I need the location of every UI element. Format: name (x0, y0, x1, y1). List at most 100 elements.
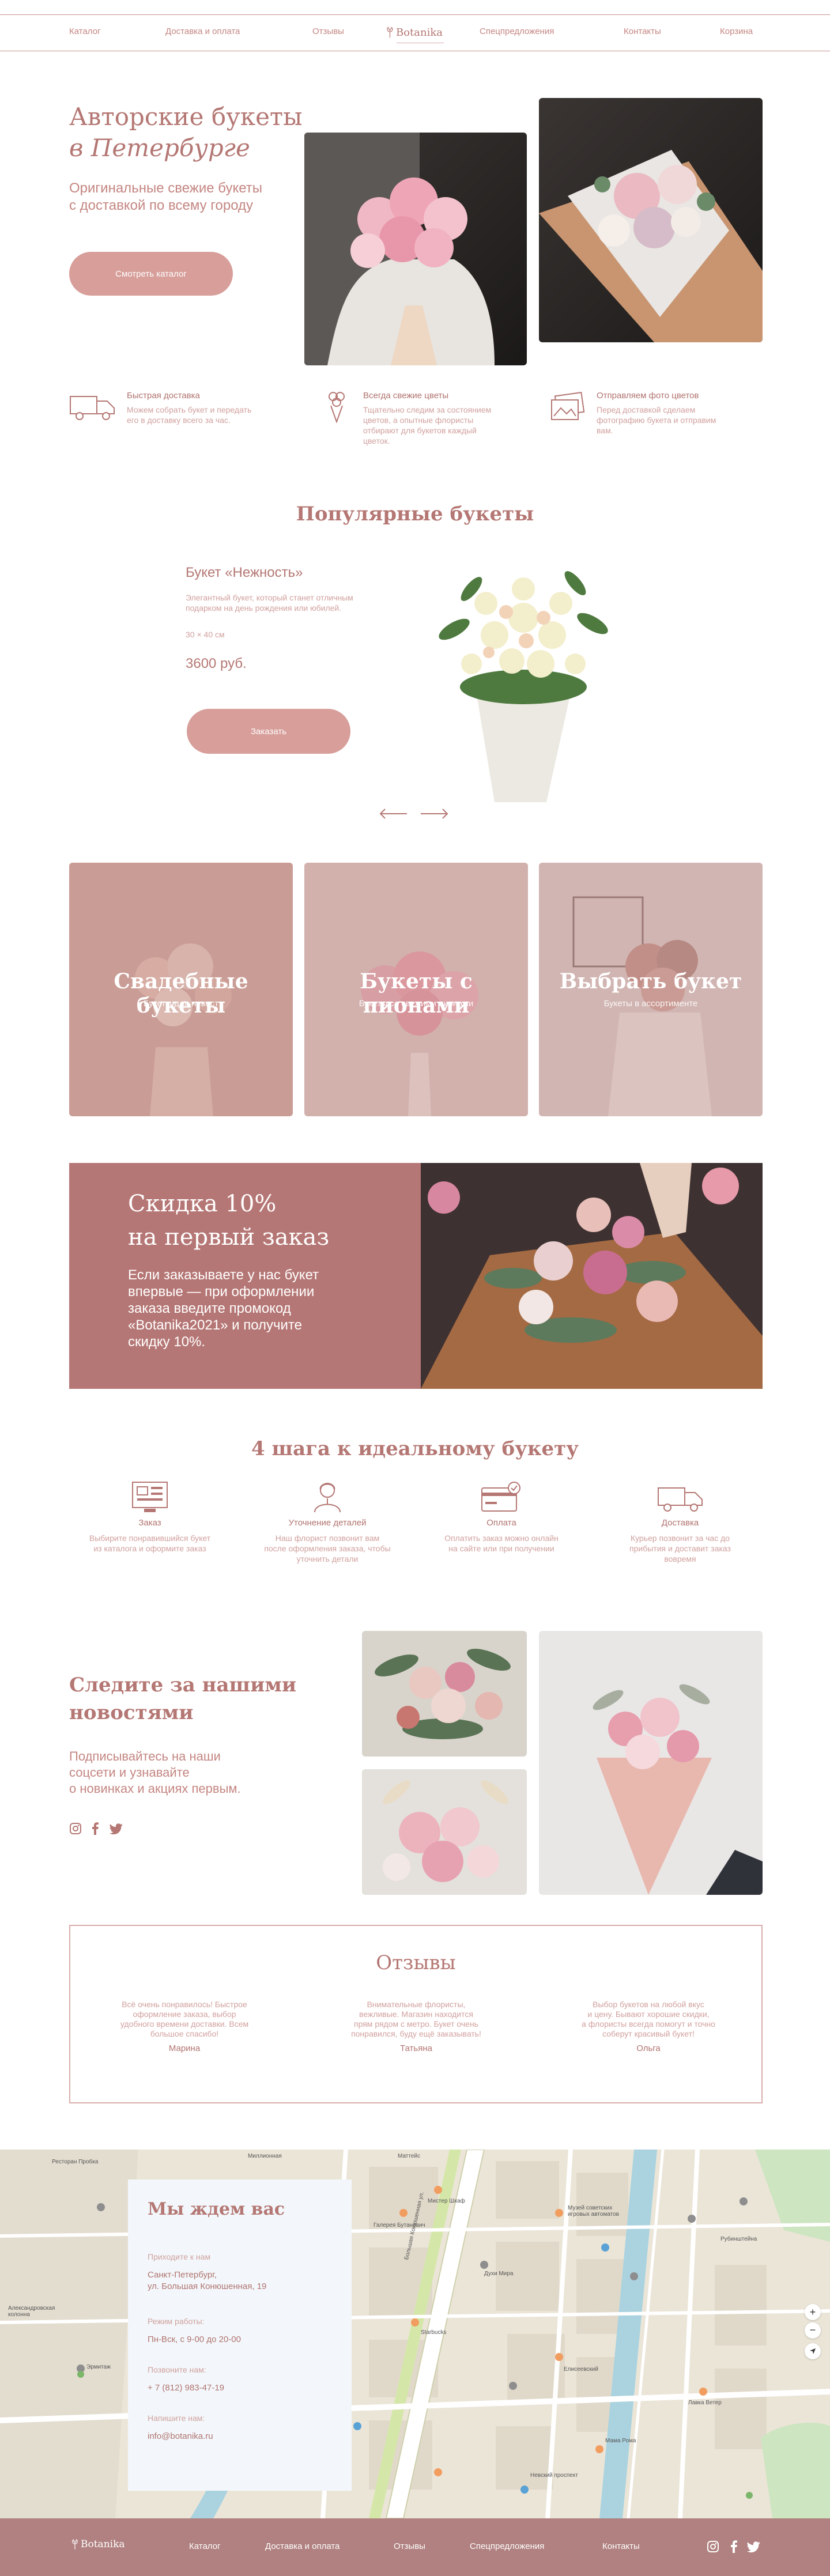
logo-flower-icon (387, 27, 393, 38)
footer: Botanika Каталог Доставка и оплата Отзыв… (0, 2518, 830, 2576)
nav-contacts[interactable]: Контакты (624, 27, 661, 36)
promo-text-line: скидку 10%. (128, 1334, 206, 1350)
map-label-16: Рубинштейна (720, 2236, 757, 2242)
contacts-heading: Мы ждем вас (148, 2199, 285, 2219)
review-card: Выбор букетов на любой вкус и цену. Быва… (556, 2000, 741, 2053)
footer-link-catalog[interactable]: Каталог (189, 2541, 221, 2551)
promo-text-line: заказа введите промокод (128, 1301, 291, 1316)
twitter-icon[interactable] (747, 2541, 761, 2553)
promo-text-line: Если заказываете у нас букет (128, 1267, 319, 1283)
category-peonies[interactable]: Букеты с пионами Букеты со свежими пиона… (304, 863, 528, 1116)
header-top-rule (0, 14, 830, 15)
photo-icon (551, 392, 585, 420)
social-title-line1: Следите за нашими (69, 1674, 297, 1697)
review-text-line: Всё очень понравилось! Быстрое (122, 2000, 247, 2009)
review-author: Марина (168, 2044, 201, 2053)
social-photo-2 (362, 1769, 527, 1895)
order-button[interactable]: Заказать (187, 709, 350, 754)
nav-offers[interactable]: Спецпредложения (480, 27, 554, 36)
map-label-1: Ресторан Пробка (52, 2159, 99, 2165)
product-description: Элегантный букет, который станет отличны… (186, 592, 353, 613)
nav-delivery[interactable]: Доставка и оплата (165, 27, 240, 36)
email-link[interactable]: info@botanika.ru (148, 2431, 213, 2442)
twitter-icon[interactable] (110, 1823, 123, 1835)
hero-photo-roses (539, 98, 763, 342)
map-label-5: Маттейс (398, 2153, 420, 2159)
feature-text-line: Тщательно следим за состоянием (363, 405, 492, 414)
instagram-icon[interactable] (707, 2540, 719, 2553)
email-label: Напишите нам: (148, 2413, 205, 2423)
view-catalog-button[interactable]: Смотреть каталог (69, 252, 233, 296)
category-title: Букеты с пионами (360, 969, 473, 1018)
category-subtitle: Букеты со свежими пионами (359, 999, 474, 1009)
popular-heading: Популярные букеты (296, 503, 534, 526)
promo-title-line2: на первый заказ (128, 1224, 330, 1251)
social-icons (69, 1822, 133, 1836)
header: Каталог Доставка и оплата Отзывы Botanik… (0, 0, 830, 52)
slider-prev-arrow-icon[interactable] (378, 807, 408, 821)
step-title: Уточнение деталей (288, 1518, 367, 1528)
map-canvas[interactable] (0, 2150, 830, 2518)
truck-icon (658, 1487, 703, 1512)
instagram-icon[interactable] (69, 1822, 82, 1835)
category-choose[interactable]: Выбрать букет Букеты в ассортименте (539, 863, 763, 1116)
zoom-out-button[interactable]: − (805, 2322, 821, 2339)
category-wedding[interactable]: Свадебные букеты Букеты для невест (69, 863, 293, 1116)
footer-link-reviews[interactable]: Отзывы (394, 2541, 425, 2551)
map-label-4: Миллионная (248, 2153, 282, 2159)
social-text: Подписывайтесь на наши соцсети и узнавай… (69, 1748, 241, 1797)
map-label-8: Мистер Шкаф (428, 2198, 465, 2204)
review-author: Ольга (636, 2044, 661, 2053)
promo-title-line1: Скидка 10% (128, 1191, 277, 1217)
step-text-line: Оплатить заказ можно онлайн (444, 1533, 559, 1543)
footer-logo[interactable]: Botanika (70, 2538, 125, 2551)
hours-label: Режим работы: (148, 2317, 205, 2326)
footer-link-delivery[interactable]: Доставка и оплата (265, 2541, 339, 2551)
nav-catalog[interactable]: Каталог (69, 27, 101, 36)
step-text-line: вовремя (664, 1554, 696, 1563)
category-title: Свадебные букеты (114, 969, 248, 1018)
slider-next-arrow-icon[interactable] (420, 807, 450, 821)
map-label-11: Елисеевский (564, 2366, 598, 2373)
review-text: Внимательные флористы, вежливые. Магазин… (324, 2000, 508, 2039)
map-label-14: Духи Мира (484, 2271, 514, 2277)
contacts-card: Мы ждем вас Приходите к нам Санкт-Петерб… (128, 2180, 352, 2491)
feature-text-line: Можем собрать букет и передать (127, 405, 252, 414)
review-card: Всё очень понравилось! Быстрое оформлени… (92, 2000, 277, 2053)
facebook-icon[interactable] (91, 1822, 99, 1835)
step-order: Заказ Выбирите понравившийся букет из ка… (69, 1481, 231, 1573)
map-label-9: Музей советских игровых автоматов (568, 2205, 619, 2218)
facebook-icon[interactable] (730, 2540, 738, 2553)
feature-title: Быстрая доставка (127, 391, 200, 401)
social-text-line: Подписывайтесь на наши (69, 1749, 221, 1763)
step-details: Уточнение деталей Наш флорист позвонит в… (247, 1481, 408, 1573)
card-icon (481, 1482, 520, 1512)
review-text-line: удобного времени доставки. Всем (120, 2019, 249, 2029)
map[interactable]: Ресторан Пробка Александровская колонна … (0, 2150, 830, 2518)
step-title: Оплата (486, 1518, 516, 1528)
step-text-line: после оформления заказа, чтобы (264, 1544, 391, 1553)
nav-cart[interactable]: Корзина (720, 27, 753, 36)
promo-photo (421, 1163, 763, 1389)
feature-title: Отправляем фото цветов (597, 391, 699, 401)
step-payment: Оплата Оплатить заказ можно онлайн на са… (421, 1481, 582, 1573)
phone-link[interactable]: + 7 (812) 983-47-19 (148, 2382, 224, 2394)
map-label-2: Александровская колонна (8, 2305, 55, 2318)
product-name: Букет «Нежность» (186, 565, 303, 580)
social-title: Следите за нашими новостями (69, 1671, 296, 1727)
zoom-in-button[interactable]: + (805, 2304, 821, 2320)
promo-title: Скидка 10% на первый заказ (128, 1187, 329, 1254)
review-text-line: Выбор букетов на любой вкус (593, 2000, 704, 2009)
step-text-line: уточнить детали (296, 1554, 359, 1563)
category-title: Выбрать букет (559, 969, 742, 994)
hero-title-line1: Авторские букеты (69, 103, 303, 131)
category-subtitle: Букеты для невест (143, 999, 219, 1009)
address-value: Санкт-Петербург, ул. Большая Конюшенная,… (148, 2269, 266, 2292)
logo[interactable]: Botanika (385, 23, 443, 41)
footer-link-contacts[interactable]: Контакты (602, 2541, 640, 2551)
nav-reviews[interactable]: Отзывы (312, 27, 344, 36)
footer-link-offers[interactable]: Спецпредложения (470, 2541, 544, 2551)
locate-icon[interactable] (805, 2343, 821, 2359)
step-text-line: Выбирите понравившийся букет (89, 1533, 211, 1543)
promo-text-line: «Botanika2021» и получите (128, 1317, 303, 1333)
